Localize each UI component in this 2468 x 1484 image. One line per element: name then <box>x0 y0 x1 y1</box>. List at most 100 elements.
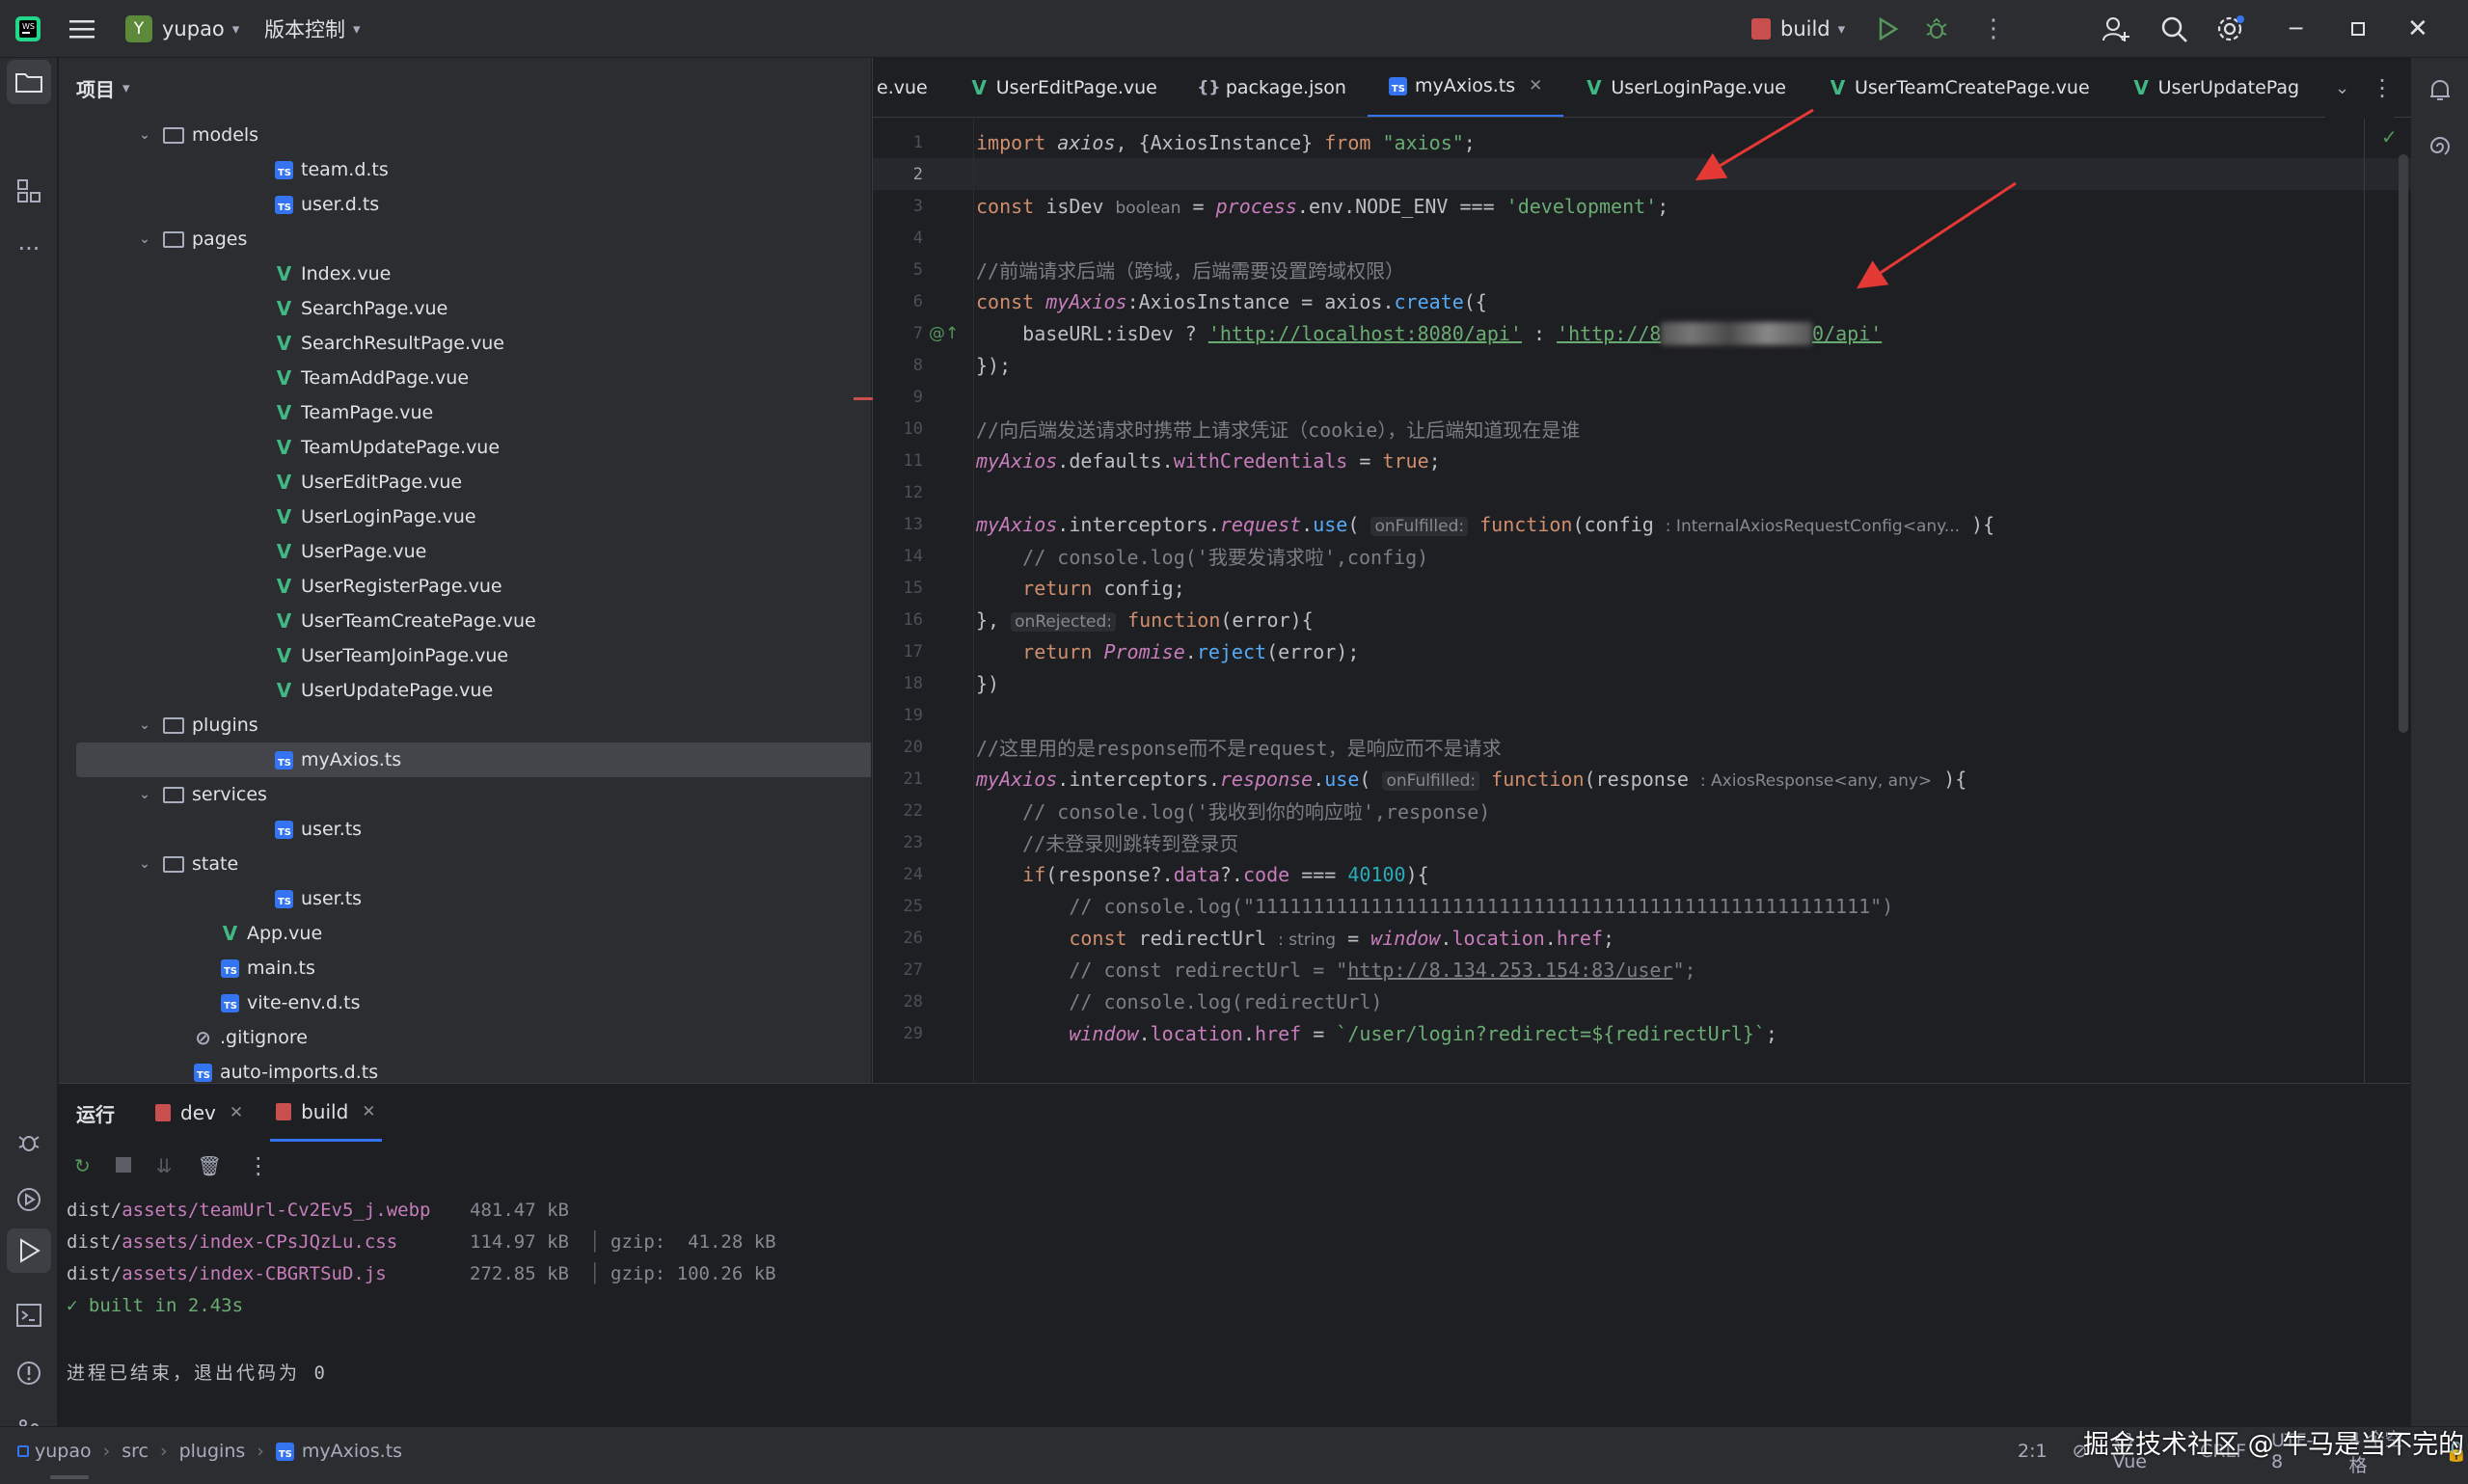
debug-tool-button[interactable] <box>0 1113 58 1171</box>
tree-item[interactable]: V TeamPage.vue <box>59 395 850 430</box>
tree-item[interactable]: V UserEditPage.vue <box>59 465 850 499</box>
tree-item[interactable]: V SearchResultPage.vue <box>59 326 850 361</box>
tree-item[interactable]: V UserRegisterPage.vue <box>59 569 850 604</box>
tree-item[interactable]: V UserPage.vue <box>59 534 850 569</box>
code-line[interactable]: 23 //未登录则跳转到登录页 <box>873 826 2411 858</box>
close-button[interactable]: ✕ <box>2407 0 2428 58</box>
tree-item[interactable]: V SearchPage.vue <box>59 291 850 326</box>
code-line[interactable]: 18}) <box>873 667 2411 699</box>
tree-item[interactable]: V TeamAddPage.vue <box>59 361 850 395</box>
code-line[interactable]: 14 // console.log('我要发请求啦',config) <box>873 540 2411 572</box>
more-actions-button[interactable]: ⋮ <box>1981 0 2006 58</box>
code-line[interactable]: 27 // const redirectUrl = "http://8.134.… <box>873 954 2411 985</box>
search-button[interactable] <box>2160 0 2187 58</box>
tree-item[interactable]: TS user.ts <box>59 881 850 916</box>
code-line[interactable]: 25 // console.log("111111111111111111111… <box>873 890 2411 922</box>
code-line[interactable]: 16}, onRejected: function(error){ <box>873 604 2411 635</box>
problems-tool-button[interactable] <box>0 1344 58 1402</box>
breadcrumb-item[interactable]: plugins <box>179 1441 246 1462</box>
tree-item[interactable]: V App.vue <box>59 916 850 951</box>
rerun-icon[interactable]: ↻ <box>74 1154 91 1177</box>
chevron-down-icon[interactable]: ⌄ <box>136 717 153 733</box>
run-tab-dev[interactable]: dev ✕ <box>155 1101 243 1124</box>
run-tab-build[interactable]: build ✕ <box>270 1084 382 1142</box>
chevron-down-icon[interactable]: ⌄ <box>136 787 153 802</box>
tree-item[interactable]: V UserUpdatePage.vue <box>59 673 850 708</box>
trash-icon[interactable]: 🗑 <box>198 1154 222 1177</box>
tree-item[interactable]: TS vite-env.d.ts <box>59 985 850 1020</box>
more-vertical-icon[interactable]: ⋮ <box>247 1152 270 1179</box>
tree-item[interactable]: ⊘ .gitignore <box>59 1020 850 1055</box>
terminal-tool-button[interactable] <box>0 1286 58 1344</box>
project-tool-button[interactable] <box>7 60 51 104</box>
close-icon[interactable]: ✕ <box>362 1102 375 1121</box>
run-button[interactable] <box>1877 0 1898 58</box>
more-tools-button[interactable]: ··· <box>0 220 58 278</box>
close-icon: ✕ <box>2407 14 2428 43</box>
tree-item[interactable]: ⌄ state <box>59 847 850 881</box>
code-line[interactable]: 19 <box>873 699 2411 731</box>
tree-item[interactable]: ⌄ services <box>59 777 850 812</box>
chevron-down-icon[interactable]: ⌄ <box>136 856 153 872</box>
tree-item[interactable]: V UserLoginPage.vue <box>59 499 850 534</box>
debug-button[interactable] <box>1925 0 1948 58</box>
code-token: ( <box>1347 512 1371 536</box>
minimize-button[interactable]: ─ <box>2290 0 2302 58</box>
tree-item[interactable]: V TeamUpdatePage.vue <box>59 430 850 465</box>
code-line[interactable]: 13 myAxios.interceptors.request.use( onFu… <box>873 508 2411 540</box>
tree-item[interactable]: TS myAxios.ts <box>76 742 871 777</box>
project-switcher[interactable]: Y yupao ▾ <box>125 0 239 58</box>
run-tab-label: build <box>301 1099 349 1123</box>
code-line[interactable]: 26 const redirectUrl : string = window.l… <box>873 922 2411 954</box>
vcs-menu[interactable]: 版本控制 ▾ <box>264 0 361 58</box>
code-line[interactable]: 12 <box>873 476 2411 508</box>
code-line[interactable]: 22 // console.log('我收到你的响应啦',response) <box>873 795 2411 826</box>
breadcrumb-item[interactable]: src <box>122 1441 149 1462</box>
scroll-to-end-icon[interactable]: ⇊ <box>156 1154 173 1177</box>
tree-item[interactable]: V UserTeamJoinPage.vue <box>59 638 850 673</box>
code-token: .interceptors. <box>1057 767 1220 791</box>
code-line[interactable]: 15 return config; <box>873 572 2411 604</box>
vue-file-icon: V <box>276 609 292 633</box>
project-panel-header[interactable]: 项目 ▾ <box>59 58 871 118</box>
tree-item[interactable]: ⌄ pages <box>59 222 850 256</box>
tree-item[interactable]: TS auto-imports.d.ts <box>59 1055 850 1083</box>
code-line[interactable]: 20 //这里用的是response而不是request，是响应而不是请求 <box>873 731 2411 763</box>
tree-item[interactable]: ⌄ models <box>59 118 850 152</box>
close-icon[interactable]: ✕ <box>230 1103 243 1122</box>
breadcrumb-item[interactable]: TS myAxios.ts <box>275 1441 402 1462</box>
run-config-selector[interactable]: build ▾ <box>1751 0 1845 58</box>
code-line[interactable]: 17 return Promise.reject(error); <box>873 635 2411 667</box>
ai-assistant-button[interactable] <box>2411 118 2468 175</box>
code-line[interactable]: 28 // console.log(redirectUrl) <box>873 985 2411 1017</box>
code-with-me-button[interactable] <box>2102 0 2129 58</box>
run-tool-button[interactable] <box>7 1228 51 1273</box>
restore-button[interactable] <box>2351 0 2365 58</box>
tree-item[interactable]: TS team.d.ts <box>59 152 850 187</box>
code-token: location <box>1451 926 1545 950</box>
chevron-down-icon[interactable]: ⌄ <box>136 231 153 247</box>
tree-item[interactable]: TS main.ts <box>59 951 850 985</box>
code-line[interactable]: 24 if(response?.data?.code === 40100){ <box>873 858 2411 890</box>
settings-button[interactable] <box>2216 0 2245 58</box>
tree-item[interactable]: TS user.d.ts <box>59 187 850 222</box>
typescript-file-icon: TS <box>194 1063 212 1082</box>
tree-item[interactable]: V Index.vue <box>59 256 850 291</box>
tree-item[interactable]: V UserTeamCreatePage.vue <box>59 604 850 638</box>
code-line[interactable]: 11 myAxios.defaults.withCredentials = tru… <box>873 445 2411 476</box>
structure-tool-button[interactable] <box>0 162 58 220</box>
tree-item[interactable]: TS user.ts <box>59 812 850 847</box>
breadcrumb-item[interactable]: yupao <box>17 1441 92 1462</box>
main-menu-button[interactable] <box>69 0 95 58</box>
chevron-down-icon[interactable]: ⌄ <box>136 127 153 143</box>
code-token: // console.log("111111111111111111111111… <box>1069 894 1894 918</box>
cursor-position[interactable]: 2:1 <box>2018 1441 2048 1462</box>
stop-icon[interactable] <box>115 1154 131 1177</box>
line-number: 23 <box>903 832 923 852</box>
code-line[interactable]: 29 window.location.href = `/user/login?r… <box>873 1017 2411 1049</box>
services-tool-button[interactable] <box>0 1171 58 1228</box>
tree-item[interactable]: ⌄ plugins <box>59 708 850 742</box>
notifications-button[interactable] <box>2411 62 2468 120</box>
typescript-file-icon: TS <box>275 820 293 839</box>
code-line[interactable]: 21 myAxios.interceptors.response.use( onF… <box>873 763 2411 795</box>
